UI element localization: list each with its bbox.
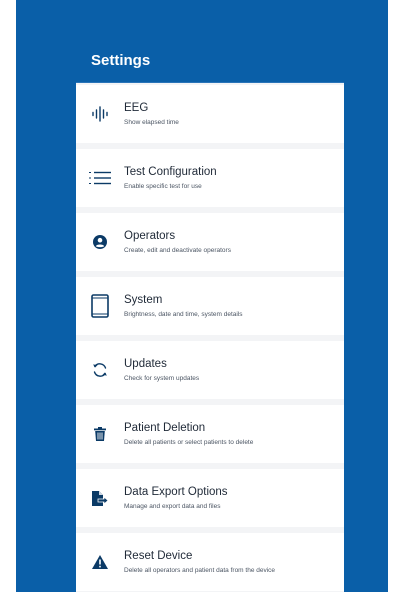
warning-icon: [76, 533, 124, 591]
settings-header: Settings: [76, 38, 344, 83]
settings-item-label: Test Configuration: [124, 166, 217, 178]
settings-item-operators[interactable]: Operators Create, edit and deactivate op…: [76, 213, 344, 271]
settings-item-updates[interactable]: Updates Check for system updates: [76, 341, 344, 399]
settings-item-description: Check for system updates: [124, 375, 200, 382]
settings-panel: Settings EEG Show elapsed time Test Conf…: [76, 38, 344, 592]
settings-item-description: Manage and export data and files: [124, 503, 221, 510]
settings-item-label: Reset Device: [124, 550, 193, 562]
settings-item-eeg[interactable]: EEG Show elapsed time: [76, 85, 344, 143]
waveform-icon: [76, 85, 124, 143]
settings-item-description: Create, edit and deactivate operators: [124, 247, 231, 254]
refresh-icon: [76, 341, 124, 399]
settings-item-system[interactable]: System Brightness, date and time, system…: [76, 277, 344, 335]
settings-item-label: EEG: [124, 102, 149, 114]
settings-item-data-export[interactable]: Data Export Options Manage and export da…: [76, 469, 344, 527]
list-icon: [76, 149, 124, 207]
user-circle-icon: [76, 213, 124, 271]
settings-list: EEG Show elapsed time Test Configuration…: [76, 83, 344, 591]
settings-item-test-configuration[interactable]: Test Configuration Enable specific test …: [76, 149, 344, 207]
settings-item-description: Delete all operators and patient data fr…: [124, 567, 276, 574]
tablet-icon: [76, 277, 124, 335]
settings-item-label: Updates: [124, 358, 167, 370]
settings-item-reset-device[interactable]: Reset Device Delete all operators and pa…: [76, 533, 344, 591]
settings-item-patient-deletion[interactable]: Patient Deletion Delete all patients or …: [76, 405, 344, 463]
settings-item-description: Show elapsed time: [124, 119, 179, 126]
settings-item-label: Patient Deletion: [124, 422, 206, 434]
settings-item-label: Operators: [124, 230, 176, 242]
settings-item-description: Enable specific test for use: [124, 183, 202, 190]
settings-item-description: Brightness, date and time, system detail…: [124, 311, 243, 318]
settings-item-description: Delete all patients or select patients t…: [124, 439, 254, 446]
trash-icon: [76, 405, 124, 463]
settings-item-label: System: [124, 294, 163, 306]
file-export-icon: [76, 469, 124, 527]
page-title: Settings: [91, 51, 151, 69]
settings-item-label: Data Export Options: [124, 486, 228, 498]
